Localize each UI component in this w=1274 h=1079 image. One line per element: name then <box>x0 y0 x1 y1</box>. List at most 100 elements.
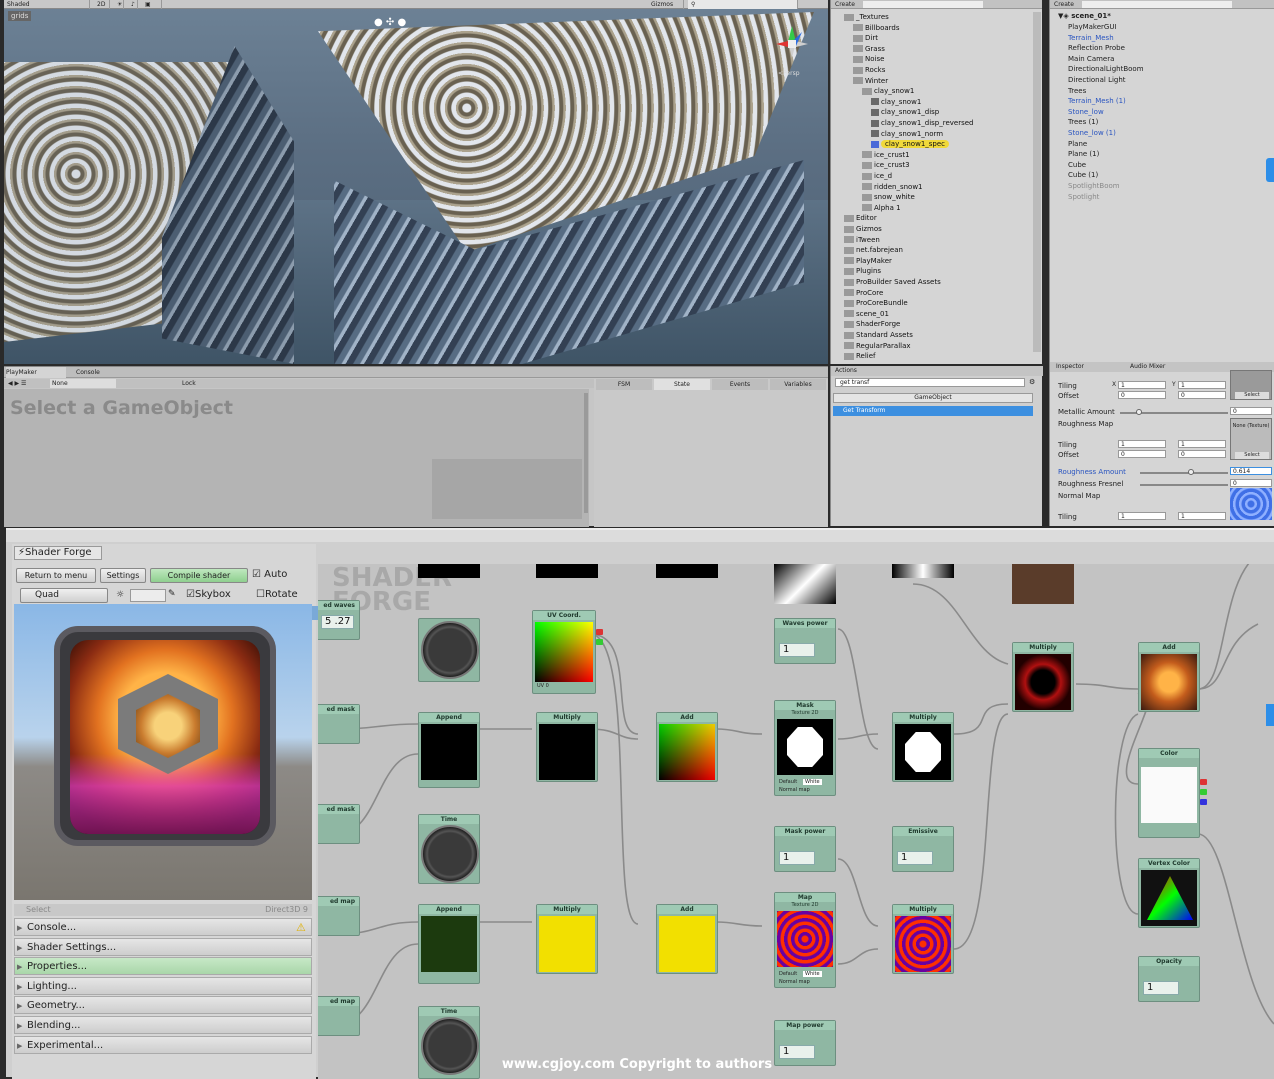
mask-power-value[interactable]: 1 <box>779 851 815 865</box>
offset-x-field[interactable]: 0 <box>1118 391 1166 399</box>
side-tab-icon[interactable] <box>1266 158 1274 182</box>
shader-preview[interactable] <box>14 604 312 900</box>
effects-toggle-icon[interactable]: ▣ <box>142 0 162 9</box>
tab-shader-forge[interactable]: ⚡Shader Forge <box>14 546 102 560</box>
node-uv-coord[interactable]: UV Coord. UV 0 <box>532 610 603 694</box>
mask-normalmap-label[interactable]: Normal map <box>779 787 810 793</box>
project-item[interactable]: clay_snow1_disp_reversed <box>871 118 974 128</box>
gizmos-dropdown[interactable]: Gizmos <box>648 0 684 9</box>
hierarchy-item[interactable]: Directional Light <box>1068 75 1126 85</box>
mesh-select[interactable]: Quad <box>20 588 108 603</box>
metallic-amount-field[interactable]: 0 <box>1230 407 1272 415</box>
project-item[interactable]: Gizmos <box>844 224 882 234</box>
canvas-scrollbar[interactable] <box>584 393 588 513</box>
texture-slot-1[interactable]: Select <box>1230 370 1272 400</box>
orientation-gizmo[interactable]: <Persp <box>772 22 812 78</box>
tab-playmaker[interactable]: PlayMaker <box>6 367 66 378</box>
project-item[interactable]: clay_snow1_spec <box>871 139 950 149</box>
node-append-1[interactable]: Append <box>418 712 480 788</box>
project-item[interactable]: Grass <box>853 44 885 54</box>
select-button-2[interactable]: Select <box>1235 452 1269 459</box>
project-item[interactable]: scene_01 <box>844 309 889 319</box>
project-item[interactable]: ice_crust1 <box>862 150 910 160</box>
port-b[interactable] <box>1200 799 1207 805</box>
node-waves[interactable]: ed waves 5 .27 <box>318 600 360 640</box>
tiling-y-field-2[interactable]: 1 <box>1178 440 1226 448</box>
project-item[interactable]: RegularParallax <box>844 341 911 351</box>
project-item[interactable]: snow_white <box>862 192 915 202</box>
metallic-slider-thumb[interactable] <box>1136 409 1142 415</box>
warning-icon[interactable]: ⚠ <box>296 921 306 934</box>
hierarchy-item[interactable]: Trees (1) <box>1068 117 1098 127</box>
shading-mode-dropdown[interactable]: Shaded <box>4 0 90 9</box>
normal-map-thumbnail[interactable] <box>1230 488 1272 520</box>
project-item[interactable]: Plugins <box>844 266 881 276</box>
select-label[interactable]: Select <box>26 904 51 916</box>
project-item[interactable]: Winter <box>853 76 888 86</box>
actions-group-gameobject[interactable]: GameObject <box>833 393 1033 403</box>
lighting-toggle-icon[interactable]: ☀ <box>114 0 124 9</box>
hierarchy-search-input[interactable] <box>1081 1 1232 8</box>
settings-button[interactable]: Settings <box>100 568 146 583</box>
tiling-x-field-2[interactable]: 1 <box>1118 440 1166 448</box>
hierarchy-item[interactable]: Terrain_Mesh (1) <box>1068 96 1126 106</box>
scene-search-input[interactable]: ⚲ <box>688 0 798 9</box>
node-multiply-mask[interactable]: Multiply <box>892 712 954 782</box>
emissive-value[interactable]: 1 <box>897 851 933 865</box>
node-map-value-1[interactable]: ed map <box>318 896 360 936</box>
scene-view[interactable]: Shaded 2D ☀ ♪ ▣ Gizmos ⚲ grids ● ✣ ● <Pe… <box>4 0 828 364</box>
node-mask-value-2[interactable]: ed mask <box>318 804 360 844</box>
node-waves-power[interactable]: Waves power 1 <box>774 618 836 664</box>
tab-state[interactable]: State <box>654 379 710 390</box>
project-item[interactable]: _Textures <box>844 12 889 22</box>
hierarchy-item[interactable]: Stone_low (1) <box>1068 128 1116 138</box>
node-mask-power[interactable]: Mask power 1 <box>774 826 836 872</box>
compile-shader-button[interactable]: Compile shader <box>150 568 248 583</box>
background-color-swatch[interactable] <box>130 589 166 602</box>
roughness-map-slot[interactable]: None (Texture) Select <box>1230 418 1272 460</box>
tiling-y-field[interactable]: 1 <box>1178 381 1226 389</box>
light-gizmo-icon[interactable]: ● ✣ ● <box>374 17 406 28</box>
node-top-partial-2[interactable] <box>536 564 598 578</box>
project-item[interactable]: Billboards <box>853 23 900 33</box>
hierarchy-item[interactable]: Reflection Probe <box>1068 43 1125 53</box>
node-add-2[interactable]: Add <box>656 904 718 974</box>
node-emissive[interactable]: Emissive 1 <box>892 826 954 872</box>
hierarchy-item[interactable]: DirectionalLightBoom <box>1068 64 1144 74</box>
hierarchy-item[interactable]: Plane <box>1068 139 1087 149</box>
port-u[interactable] <box>596 629 603 635</box>
project-create-button[interactable]: Create <box>835 1 855 8</box>
waves-power-value[interactable]: 1 <box>779 643 815 657</box>
project-item[interactable]: ProCoreBundle <box>844 298 908 308</box>
2d-toggle[interactable]: 2D <box>94 0 110 9</box>
hierarchy-create-button[interactable]: Create <box>1054 1 1074 8</box>
project-item[interactable]: Standard Assets <box>844 330 913 340</box>
port-g[interactable] <box>1200 789 1207 795</box>
node-append-2[interactable]: Append <box>418 904 480 984</box>
project-item[interactable]: net.fabrejean <box>844 245 903 255</box>
project-item[interactable]: PlayMaker <box>844 256 892 266</box>
hierarchy-item[interactable]: Trees <box>1068 86 1086 96</box>
node-time-1[interactable] <box>418 618 480 682</box>
tab-audio-mixer[interactable]: Audio Mixer <box>1130 362 1165 372</box>
hierarchy-item[interactable]: Plane (1) <box>1068 149 1099 159</box>
hierarchy-item[interactable]: Stone_low <box>1068 107 1104 117</box>
side-tab-icon-2[interactable] <box>1266 704 1274 726</box>
project-item[interactable]: clay_snow1_disp <box>871 107 939 117</box>
tab-inspector[interactable]: Inspector <box>1056 362 1084 372</box>
node-time-2[interactable]: Time <box>418 814 480 884</box>
roughness-amount-slider[interactable] <box>1140 472 1228 474</box>
actions-search-input[interactable]: get transf <box>835 378 1025 387</box>
port-r[interactable] <box>1200 779 1207 785</box>
lock-toggle[interactable]: Lock <box>182 379 196 388</box>
node-multiply-top[interactable]: Multiply <box>1012 642 1074 712</box>
node-top-partial-4[interactable] <box>774 564 836 604</box>
offset-y-field[interactable]: 0 <box>1178 391 1226 399</box>
roughness-fresnel-slider[interactable] <box>1140 484 1228 486</box>
project-item[interactable]: ProBuilder Saved Assets <box>844 277 941 287</box>
node-add-top[interactable]: Add <box>1138 642 1200 712</box>
node-top-partial-6[interactable] <box>1012 564 1074 604</box>
node-vertex-color[interactable]: Vertex Color <box>1138 858 1200 928</box>
node-add-1[interactable]: Add <box>656 712 718 782</box>
tab-events[interactable]: Events <box>712 379 768 390</box>
